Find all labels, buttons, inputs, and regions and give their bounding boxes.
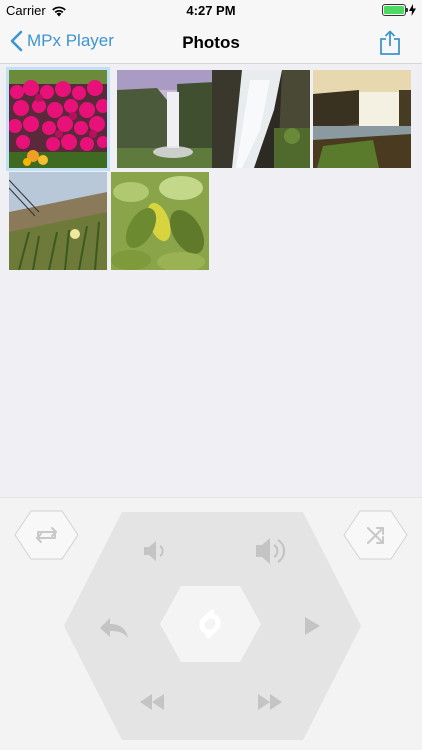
play-button[interactable] <box>294 610 334 644</box>
status-bar: Carrier 4:27 PM <box>0 0 422 22</box>
charging-icon <box>409 4 416 16</box>
share-icon[interactable] <box>378 30 402 56</box>
status-time: 4:27 PM <box>186 3 236 18</box>
photo-thumbnail-waterfall-sunset[interactable] <box>313 70 411 168</box>
battery-fill <box>384 6 404 14</box>
navigation-bar: MPx Player Photos <box>0 22 422 64</box>
photo-thumbnail-beach-dunes[interactable] <box>9 172 107 270</box>
fast-forward-button[interactable] <box>250 686 294 720</box>
remote-control-panel <box>0 497 422 750</box>
photo-thumbnail-green-leaves[interactable] <box>111 172 209 270</box>
repeat-button[interactable] <box>14 510 79 560</box>
page-title: Photos <box>182 33 240 52</box>
photo-thumbnail-pink-flowers[interactable] <box>6 67 110 171</box>
volume-up-button[interactable] <box>246 534 296 568</box>
center-link-button[interactable] <box>160 586 261 662</box>
status-right <box>382 4 416 16</box>
back-button-remote[interactable] <box>92 610 136 644</box>
rewind-button[interactable] <box>132 686 176 720</box>
photo-thumbnail-waterfall-longexposure[interactable] <box>212 70 310 168</box>
shuffle-button[interactable] <box>343 510 408 560</box>
photo-thumbnail-waterfall-cliff[interactable] <box>117 70 215 168</box>
battery-icon <box>382 4 408 16</box>
volume-down-button[interactable] <box>130 534 176 568</box>
